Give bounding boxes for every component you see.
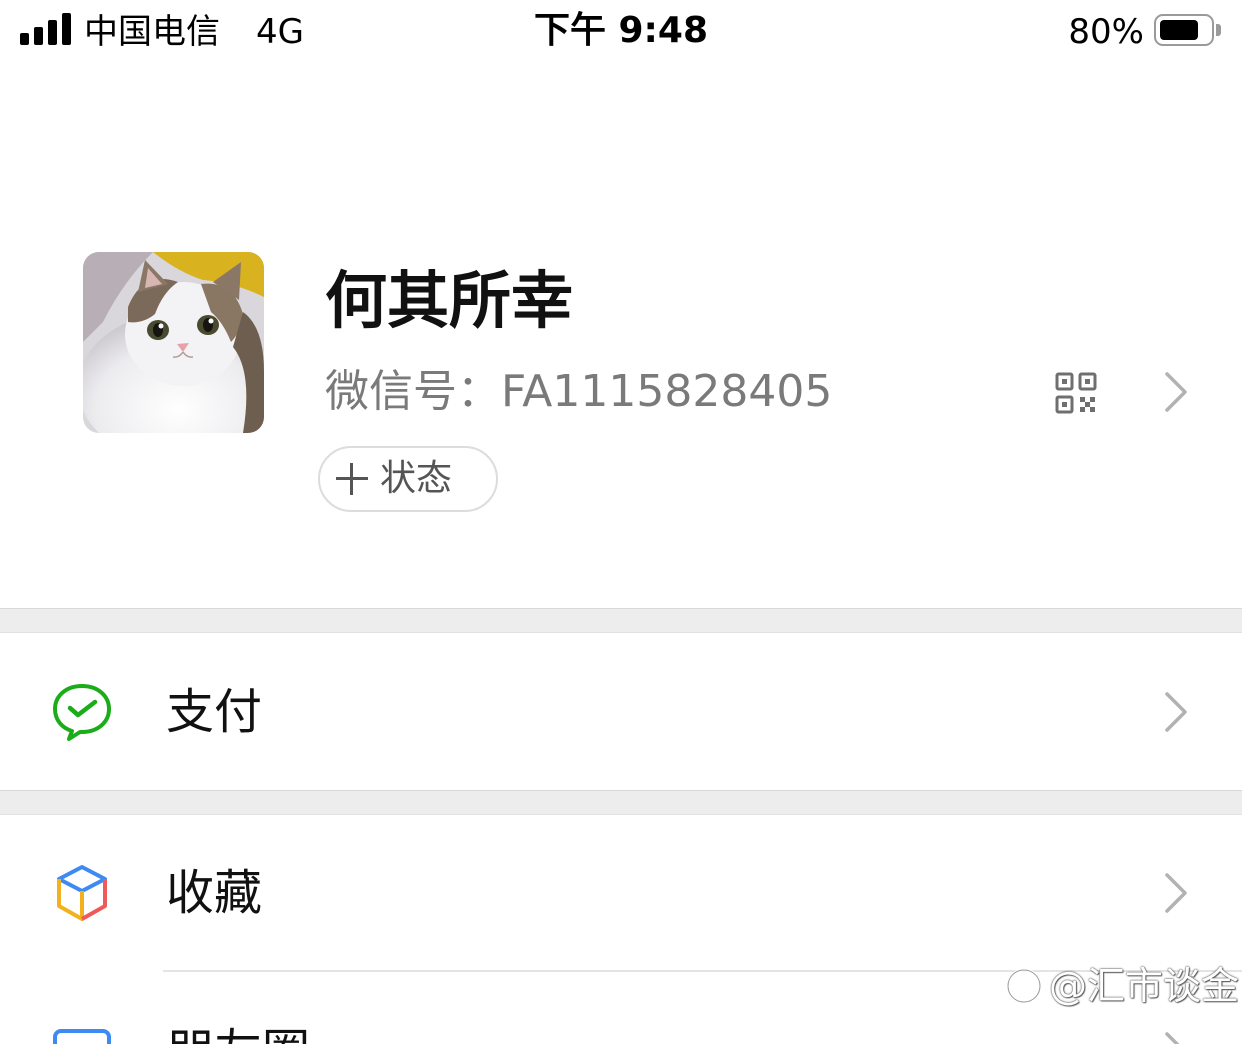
battery-level-fill — [1160, 20, 1198, 40]
battery-tip — [1216, 24, 1221, 36]
menu-item-label: 收藏 — [166, 865, 263, 921]
profile-chevron-icon[interactable] — [1163, 370, 1189, 414]
chevron-right-icon — [1165, 692, 1187, 732]
plus-icon — [336, 463, 368, 495]
weibo-logo-icon — [1006, 968, 1042, 1004]
battery-percentage: 80% — [1068, 12, 1144, 52]
chevron-right-icon — [1165, 1032, 1180, 1044]
favorites-cube-icon — [57, 865, 107, 921]
section-separator — [0, 790, 1242, 815]
menu-item-favorites[interactable]: 收藏 — [0, 815, 1242, 970]
profile-name: 何其所幸 — [325, 264, 574, 337]
watermark-text: @汇市谈金 — [1049, 964, 1240, 1008]
avatar[interactable] — [83, 252, 264, 433]
wechat-pay-icon — [53, 684, 111, 741]
menu-item-label: 支付 — [166, 684, 263, 740]
menu-item-pay[interactable]: 支付 — [0, 633, 1242, 790]
status-button-label: 状态 — [380, 458, 453, 499]
add-status-button[interactable]: 状态 — [318, 446, 498, 512]
status-bar: 中国电信 4G 下午 9:48 80% — [0, 0, 1242, 64]
chevron-right-icon — [1165, 873, 1187, 913]
menu-item-label: 朋友圈 — [166, 1022, 310, 1044]
moments-icon — [53, 1029, 111, 1044]
section-separator — [0, 608, 1242, 633]
wechat-id: 微信号：FA1115828405 — [325, 366, 833, 417]
battery-icon — [1154, 14, 1214, 46]
status-time: 下午 9:48 — [533, 10, 709, 51]
qr-code-icon[interactable] — [1055, 372, 1097, 414]
watermark: @汇市谈金 — [1005, 960, 1239, 1012]
